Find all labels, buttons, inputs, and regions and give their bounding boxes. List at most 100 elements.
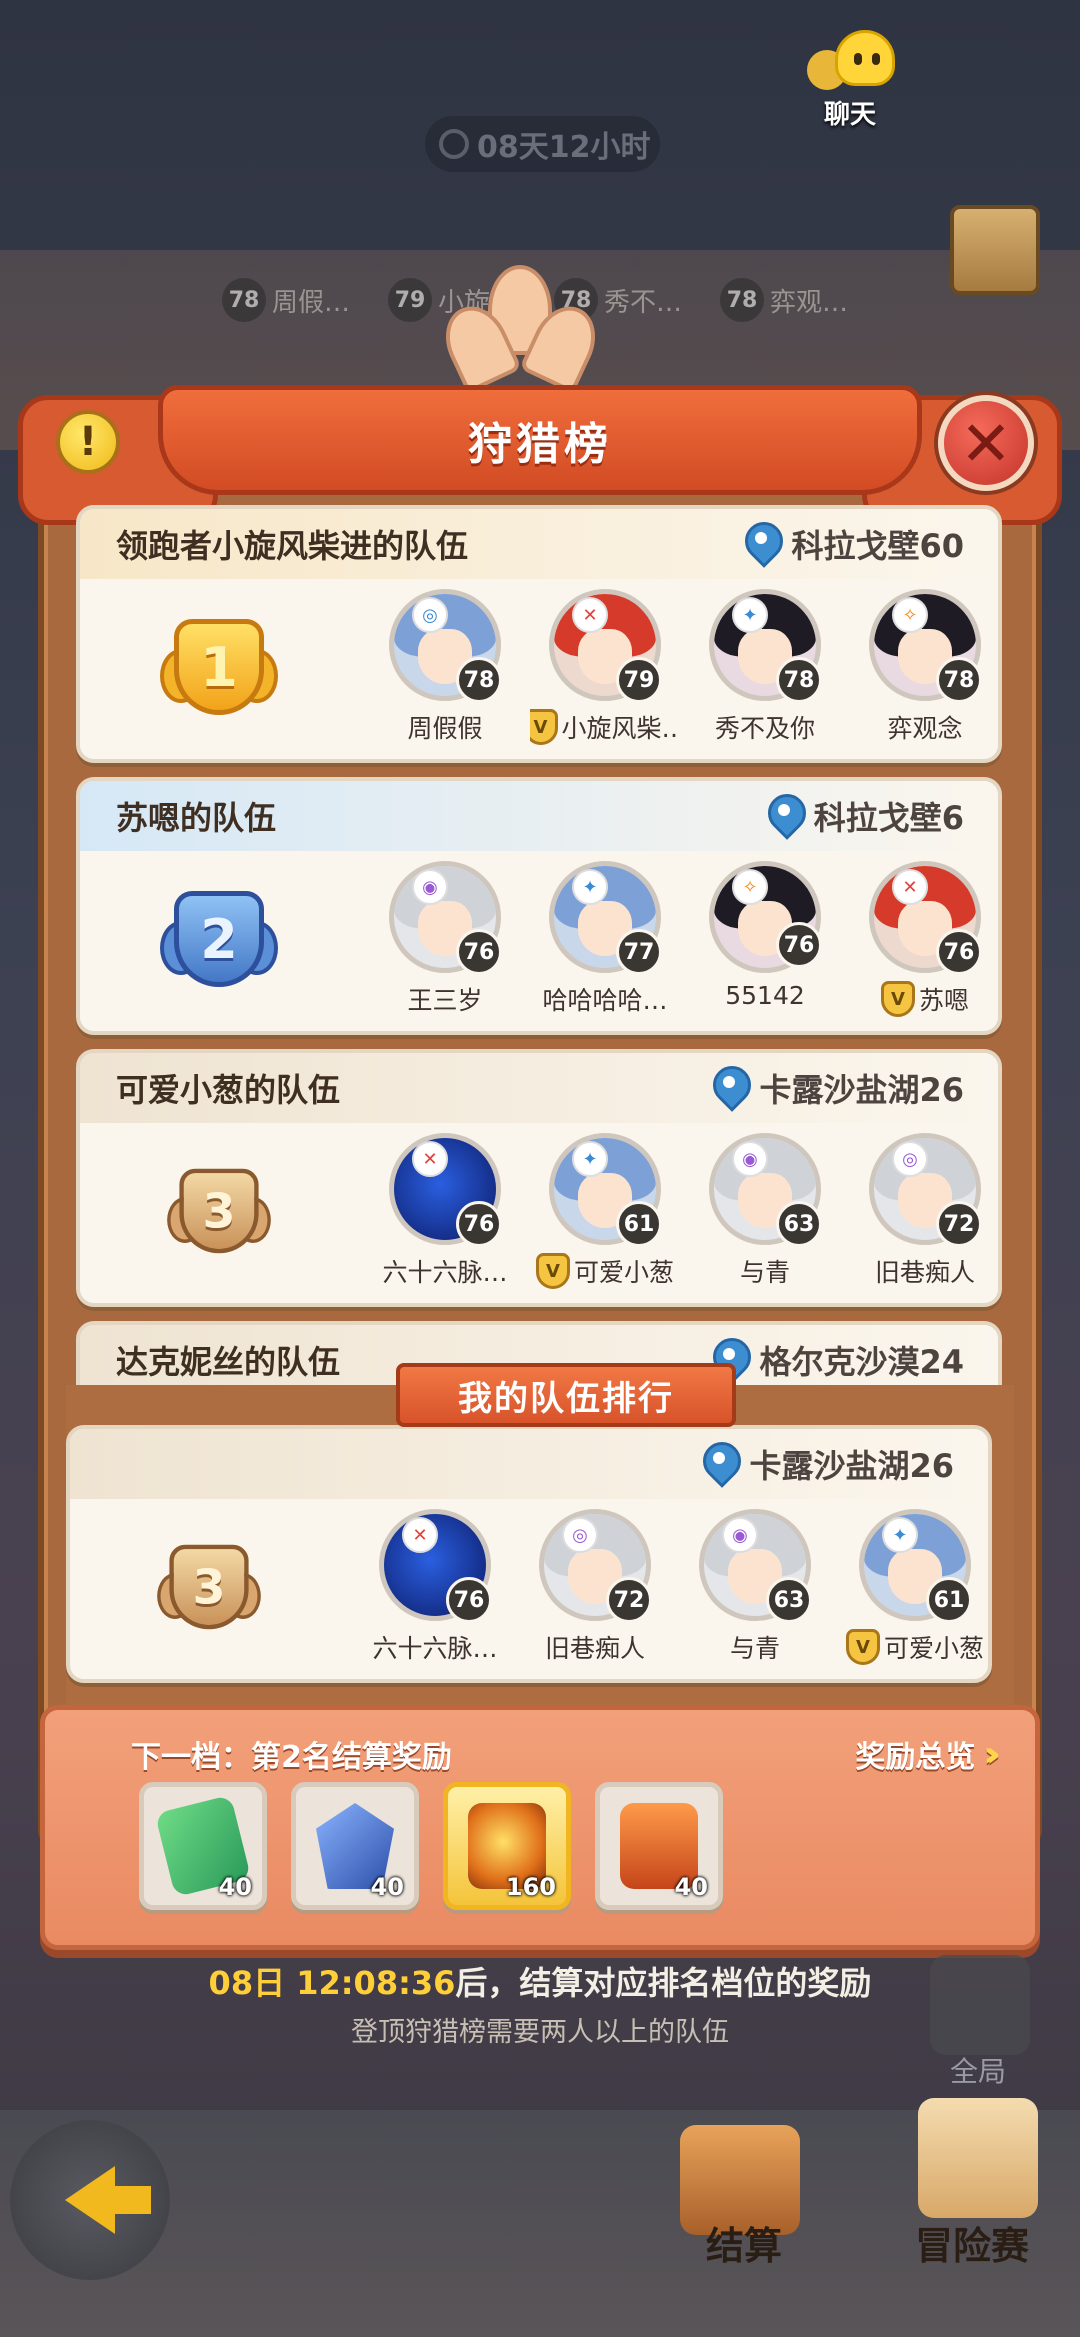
- member-level: 79: [616, 657, 662, 703]
- member-level: 61: [926, 1577, 972, 1623]
- team-member[interactable]: ✕ 76 V 苏嗯: [850, 861, 1000, 1017]
- reward-item[interactable]: 40: [139, 1782, 267, 1910]
- team-member[interactable]: ✧ 76 55142: [690, 861, 840, 1010]
- member-name: 55142: [725, 981, 805, 1010]
- team-member[interactable]: ◉ 63 与青: [690, 1133, 840, 1289]
- settlement-notice: 08日 12:08:36后，结算对应排名档位的奖励: [208, 1964, 872, 2002]
- element-icon: ✧: [892, 597, 928, 633]
- member-level: 76: [446, 1577, 492, 1623]
- member-name: 周假假: [407, 714, 483, 743]
- team-card-rank-1[interactable]: 领跑者小旋风柴进的队伍 科拉戈壁60 1 ◎ 78 周假假 ✕ 79 V 小旋风…: [76, 505, 1002, 763]
- global-view-icon[interactable]: [930, 1955, 1030, 2055]
- leaderboard-list[interactable]: 领跑者小旋风柴进的队伍 科拉戈壁60 1 ◎ 78 周假假 ✕ 79 V 小旋风…: [68, 505, 1012, 1385]
- element-icon: ✕: [402, 1517, 438, 1553]
- chat-face-icon: [835, 30, 895, 86]
- reward-quantity: 160: [505, 1873, 556, 1901]
- reward-scroll: 下一档：第2名结算奖励 奖励总览 ›› 40 40 160 40: [40, 1705, 1040, 1950]
- my-team-rank-label: 我的队伍排行: [396, 1363, 736, 1427]
- element-icon: ✦: [732, 597, 768, 633]
- close-icon: ✕: [960, 406, 1012, 480]
- team-member[interactable]: ✦ 61 V 可爱小葱: [840, 1509, 990, 1665]
- reward-item[interactable]: 40: [595, 1782, 723, 1910]
- back-arrow-icon: [65, 2166, 151, 2234]
- reward-overview-button[interactable]: 奖励总览 ››: [855, 1732, 1000, 1776]
- member-name: V 苏嗯: [850, 981, 1000, 1017]
- element-icon: ✦: [572, 1141, 608, 1177]
- element-icon: ◉: [722, 1517, 758, 1553]
- member-name: 旧巷痴人: [874, 1258, 975, 1287]
- page-title: 狩猎榜: [468, 419, 612, 470]
- team-card-header: 领跑者小旋风柴进的队伍 科拉戈壁60: [80, 509, 998, 579]
- team-member[interactable]: ◉ 63 与青: [680, 1509, 830, 1665]
- member-level: 78: [776, 657, 822, 703]
- tab-settle[interactable]: 结算: [706, 2215, 782, 2270]
- element-icon: ✦: [882, 1517, 918, 1553]
- team-name: 领跑者小旋风柴进的队伍: [116, 527, 469, 565]
- team-location: 格尔克沙漠24: [711, 1337, 964, 1383]
- team-card-rank-3[interactable]: 可爱小葱的队伍 卡露沙盐湖26 3 ✕ 76 六十六脉… ✦ 61 V 可爱小葱…: [76, 1049, 1002, 1307]
- element-icon: ✧: [732, 869, 768, 905]
- member-level: 63: [776, 1201, 822, 1247]
- member-name: V 小旋风柴…: [530, 709, 680, 745]
- team-name: 达克妮丝的队伍: [116, 1343, 341, 1381]
- member-level: 61: [616, 1201, 662, 1247]
- team-member[interactable]: ✦ 78 秀不及你: [690, 589, 840, 745]
- member-name: V 可爱小葱: [840, 1629, 990, 1665]
- location-pin-icon: [743, 522, 779, 566]
- element-icon: ◎: [892, 1141, 928, 1177]
- rank-badge-bronze: 3: [160, 1151, 278, 1271]
- member-level: 72: [606, 1577, 652, 1623]
- title-banner: 狩猎榜: [158, 385, 922, 495]
- close-button[interactable]: ✕: [938, 395, 1034, 491]
- leader-badge-icon: V: [535, 1253, 570, 1289]
- reward-quantity: 40: [370, 1873, 404, 1901]
- chat-button[interactable]: 聊天: [795, 30, 905, 130]
- tab-adventure[interactable]: 冒险赛: [915, 2215, 1029, 2270]
- my-team-card[interactable]: 卡露沙盐湖26 3 ✕ 76 六十六脉… ◎ 72 旧巷痴人 ◉ 63 与青 ✦…: [66, 1425, 992, 1683]
- requirement-hint: 登顶狩猎榜需要两人以上的队伍: [351, 2017, 729, 2048]
- member-level: 76: [456, 929, 502, 975]
- team-location: 卡露沙盐湖26: [701, 1441, 954, 1487]
- element-icon: ✕: [412, 1141, 448, 1177]
- reward-item[interactable]: 40: [291, 1782, 419, 1910]
- team-card-rank-2[interactable]: 苏嗯的队伍 科拉戈壁6 2 ◉ 76 王三岁 ✦ 77 哈哈哈哈… ✧ 76 5…: [76, 777, 1002, 1035]
- member-name: 哈哈哈哈…: [542, 986, 668, 1015]
- team-location: 科拉戈壁60: [743, 521, 964, 567]
- member-name: 与青: [729, 1634, 780, 1663]
- rank-badge-silver: 2: [160, 879, 278, 999]
- member-level: 78: [456, 657, 502, 703]
- mini-team: 78 周假…: [222, 278, 372, 322]
- team-member[interactable]: ✦ 77 哈哈哈哈…: [530, 861, 680, 1017]
- member-name: 弈观念: [887, 714, 963, 743]
- team-member[interactable]: ✧ 78 弈观念: [850, 589, 1000, 745]
- element-icon: ◉: [412, 869, 448, 905]
- back-button[interactable]: [10, 2120, 170, 2280]
- element-icon: ✕: [572, 597, 608, 633]
- team-name: 可爱小葱的队伍: [116, 1071, 341, 1109]
- team-member[interactable]: ✕ 79 V 小旋风柴…: [530, 589, 680, 745]
- team-member[interactable]: ✕ 76 六十六脉…: [370, 1133, 520, 1289]
- team-member[interactable]: ◎ 72 旧巷痴人: [850, 1133, 1000, 1289]
- leader-badge-icon: V: [880, 981, 915, 1017]
- member-level: 76: [456, 1201, 502, 1247]
- team-member[interactable]: ◎ 72 旧巷痴人: [520, 1509, 670, 1665]
- member-level: 78: [936, 657, 982, 703]
- chat-label: 聊天: [823, 100, 876, 130]
- member-name: V 可爱小葱: [530, 1253, 680, 1289]
- location-pin-icon: [711, 1066, 747, 1110]
- quest-scroll-icon[interactable]: [950, 205, 1040, 295]
- reward-quantity: 40: [674, 1873, 708, 1901]
- team-member[interactable]: ✕ 76 六十六脉…: [360, 1509, 510, 1665]
- member-name: 六十六脉…: [382, 1258, 508, 1287]
- member-level: 77: [616, 929, 662, 975]
- reward-items: 40 40 160 40: [139, 1782, 723, 1910]
- team-member[interactable]: ◎ 78 周假假: [370, 589, 520, 745]
- team-location: 科拉戈壁6: [766, 793, 964, 839]
- reward-item[interactable]: 160: [443, 1782, 571, 1910]
- team-member[interactable]: ◉ 76 王三岁: [370, 861, 520, 1017]
- member-name: 秀不及你: [714, 714, 815, 743]
- member-level: 76: [936, 929, 982, 975]
- info-button[interactable]: !: [56, 410, 120, 474]
- team-member[interactable]: ✦ 61 V 可爱小葱: [530, 1133, 680, 1289]
- mini-team: 78 弈观…: [720, 278, 870, 322]
